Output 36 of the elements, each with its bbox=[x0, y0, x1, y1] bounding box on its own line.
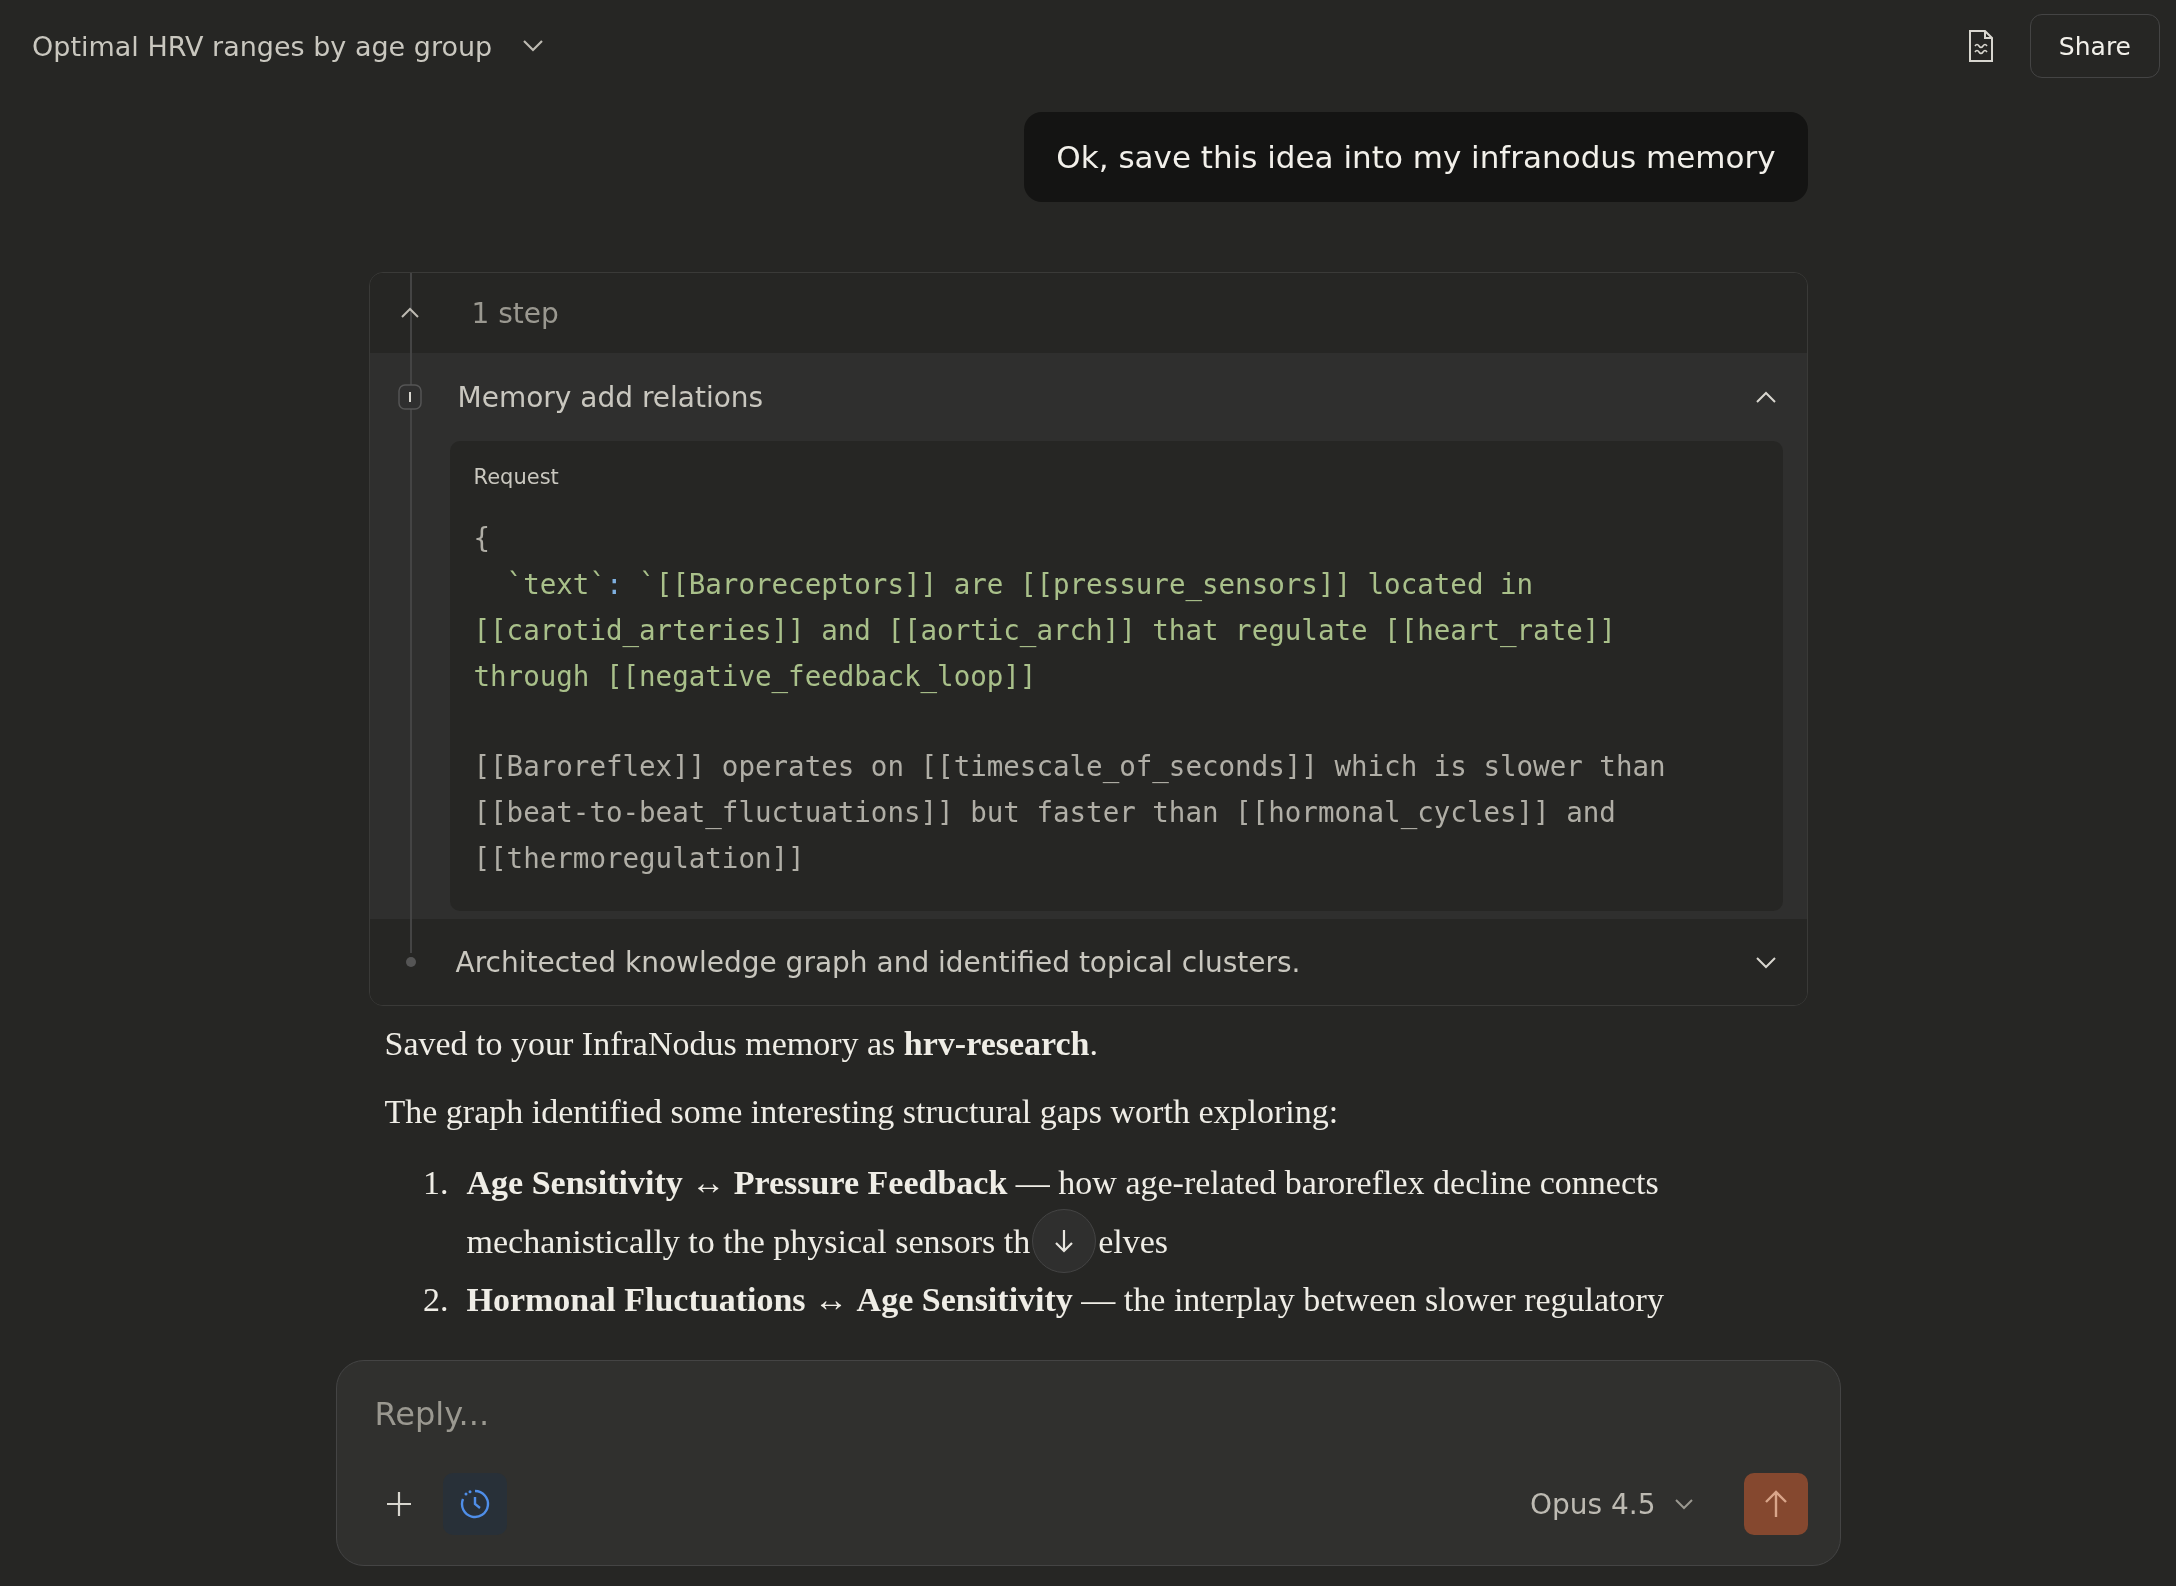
code-line: [[thermoregulation]] bbox=[473, 841, 806, 876]
chevron-up-icon[interactable] bbox=[399, 307, 420, 319]
code-line: [[beat-to-beat_fluctuations]] but faster than [[hormonal_cycles]] and bbox=[473, 795, 1617, 831]
code-line: [[carotid_arteries]] and [[aortic_arch]] that regulate [[heart_rate]] bbox=[473, 613, 1617, 649]
list-item-text: Age Sensitivity ↔ Pressure Feedback — how age-related baroreflex decline connects bbox=[466, 1164, 1659, 1201]
response-paragraph: The graph identified some interesting structural gaps worth exploring: bbox=[384, 1092, 1340, 1132]
thought-summary[interactable]: Architected knowledge graph and identified topical clusters. bbox=[455, 945, 1755, 979]
list-item-text: mechanistically to the physical sensors th bbox=[466, 1221, 1031, 1262]
chevron-up-icon[interactable] bbox=[1754, 390, 1777, 404]
response-paragraph: Saved to your InfraNodus memory as hrv-research. bbox=[384, 1024, 1100, 1064]
arrow-down-icon bbox=[1053, 1228, 1076, 1254]
code-line: [[Baroreflex]] operates on [[timescale_of_seconds]] which is slower than bbox=[473, 749, 1667, 785]
plus-icon bbox=[384, 1490, 413, 1518]
send-button[interactable] bbox=[1743, 1473, 1808, 1535]
share-button[interactable]: Share bbox=[2029, 14, 2160, 78]
code-line: { bbox=[473, 521, 492, 556]
document-icon[interactable] bbox=[1967, 29, 1994, 63]
steps-summary[interactable]: 1 step bbox=[471, 296, 559, 330]
tool-call-title[interactable]: Memory add relations bbox=[457, 380, 1755, 414]
list-number: 2. bbox=[422, 1280, 450, 1320]
user-message: Ok, save this idea into my infranodus memory bbox=[1024, 112, 1808, 202]
step-dot-icon bbox=[405, 957, 416, 967]
chevron-down-icon bbox=[1673, 1498, 1694, 1510]
history-button[interactable] bbox=[442, 1473, 507, 1535]
list-number: 1. bbox=[422, 1163, 450, 1203]
list-item-text: Hormonal Fluctuations ↔ Age Sensitivity — the interplay between slower regulatory bbox=[466, 1281, 1664, 1318]
list-item-text: elves bbox=[1098, 1221, 1169, 1262]
chevron-down-icon[interactable] bbox=[1754, 955, 1777, 969]
tool-icon bbox=[397, 384, 422, 410]
code-line: through [[negative_feedback_loop]] bbox=[473, 659, 1038, 695]
reply-input[interactable]: Reply... bbox=[374, 1389, 1808, 1439]
code-line: `text`: `[[Baroreceptors]] are [[pressure_sensors]] located in bbox=[505, 567, 1535, 603]
conversation-title[interactable]: Optimal HRV ranges by age group bbox=[32, 30, 493, 62]
request-label: Request bbox=[473, 465, 560, 489]
chevron-down-icon[interactable] bbox=[522, 39, 545, 53]
model-selector[interactable]: Opus 4.5 bbox=[1523, 1486, 1700, 1522]
